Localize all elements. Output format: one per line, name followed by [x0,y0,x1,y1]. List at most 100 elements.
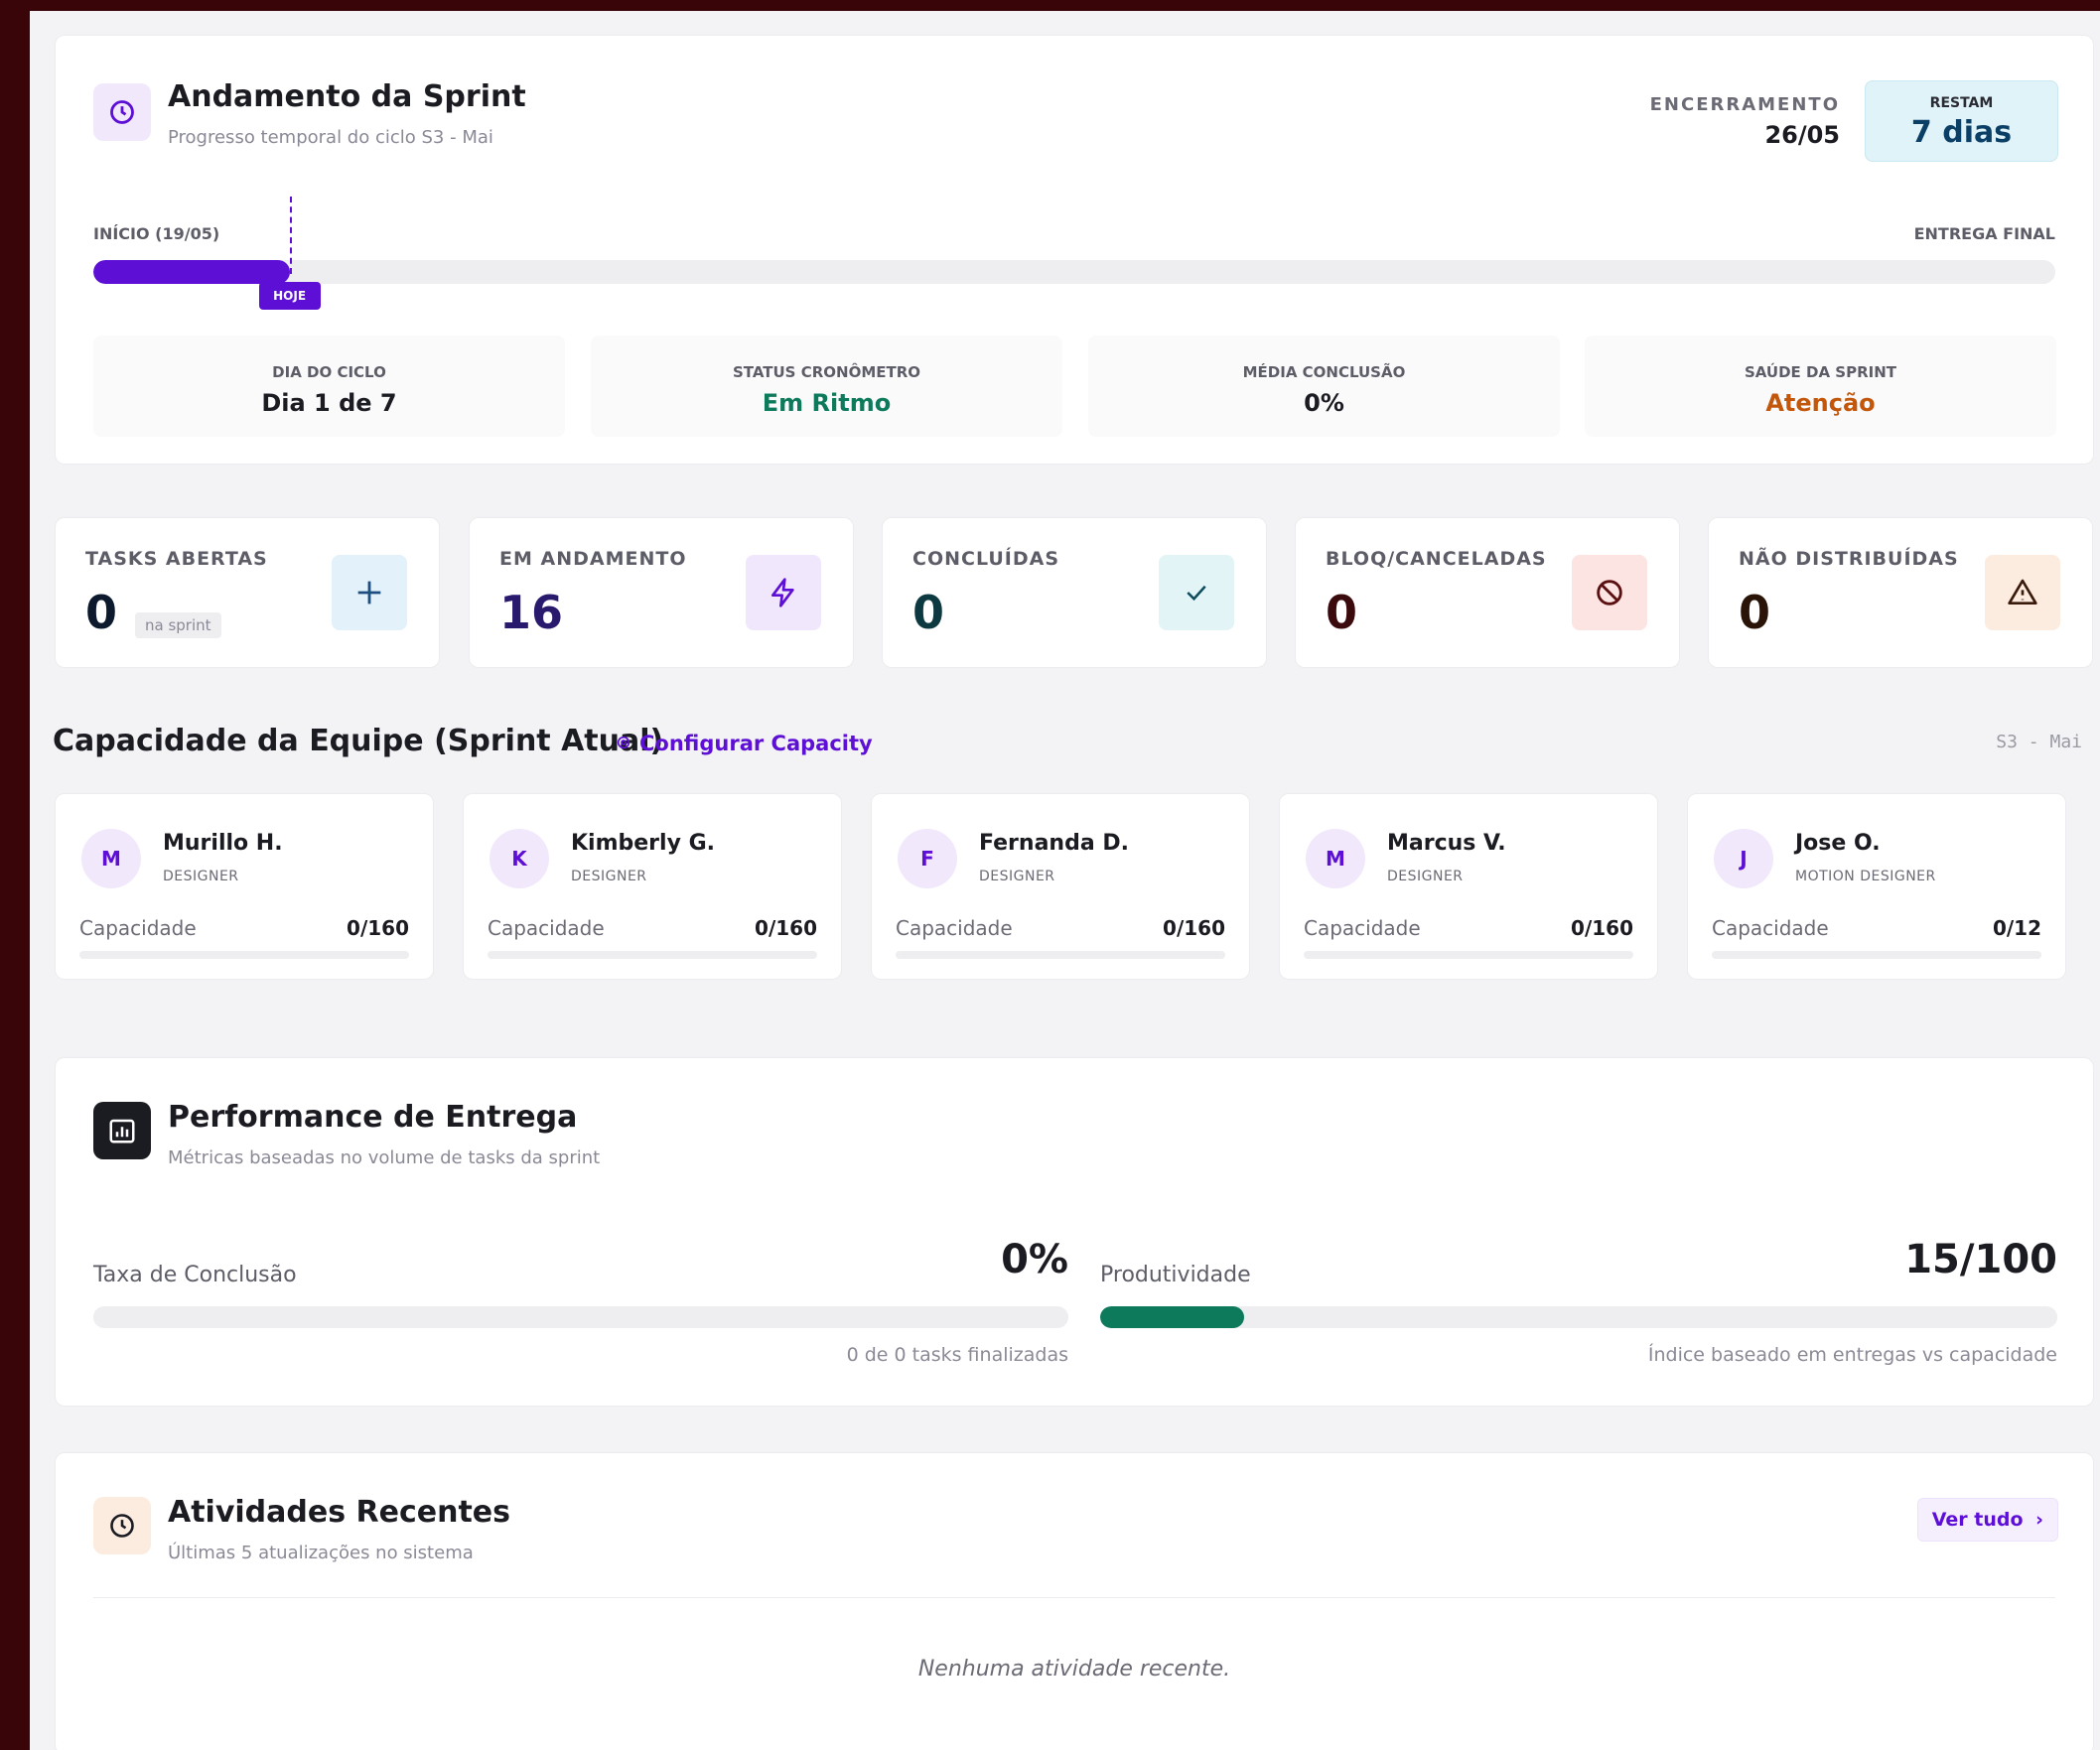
recent-activities-card: Atividades Recentes Últimas 5 atualizaçõ… [55,1452,2094,1750]
member-card[interactable]: K Kimberly G. DESIGNER Capacidade 0/160 [463,793,842,980]
kpi-value: 0 [1739,586,1771,639]
avatar: J [1714,829,1773,888]
productivity-label: Produtividade [1100,1263,1251,1287]
ban-icon [1572,555,1647,630]
member-card[interactable]: F Fernanda D. DESIGNER Capacidade 0/160 [871,793,1250,980]
completion-foot: 0 de 0 tasks finalizadas [846,1344,1068,1366]
bar-chart-icon [93,1102,151,1159]
performance-card: Performance de Entrega Métricas baseadas… [55,1057,2094,1407]
stat-value: Em Ritmo [762,389,892,417]
kpi-value: 16 [499,586,564,639]
timeline-start-label: INÍCIO (19/05) [93,224,220,243]
stat-value: Atenção [1765,389,1876,417]
member-name: Kimberly G. [571,831,715,856]
stat-avg-completion: MÉDIA CONCLUSÃO 0% [1088,336,1560,437]
stat-label: DIA DO CICLO [272,363,386,381]
capacity-bar [896,951,1225,959]
capacity-label: Capacidade [488,916,605,940]
capacity-label: Capacidade [1712,916,1829,940]
kpi-value: 0 [1326,586,1358,639]
kpi-label: EM ANDAMENTO [499,548,687,570]
kpi-blocked-cancelled[interactable]: BLOQ/CANCELADAS 0 [1295,517,1680,668]
clock-icon [93,83,151,141]
configure-capacity-link[interactable]: Configurar Capacity [616,732,873,755]
capacity-value: 0/160 [755,916,817,940]
activities-subtitle: Últimas 5 atualizações no sistema [168,1543,474,1563]
divider [93,1597,2055,1598]
avatar: M [81,829,141,888]
productivity-value: 15/100 [1904,1237,2057,1282]
capacity-value: 0/160 [347,916,409,940]
avatar: M [1306,829,1365,888]
kpi-pill: na sprint [135,612,221,638]
member-card[interactable]: J Jose O. MOTION DESIGNER Capacidade 0/1… [1687,793,2066,980]
kpi-undistributed[interactable]: NÃO DISTRIBUÍDAS 0 [1708,517,2093,668]
kpi-completed[interactable]: CONCLUÍDAS 0 [882,517,1267,668]
activities-title: Atividades Recentes [168,1495,510,1530]
avatar: F [898,829,957,888]
kpi-label: NÃO DISTRIBUÍDAS [1739,548,1959,570]
capacity-bar [488,951,817,959]
member-name: Jose O. [1795,831,1881,856]
today-marker-tag: HOJE [258,282,321,310]
capacity-label: Capacidade [896,916,1013,940]
member-card[interactable]: M Murillo H. DESIGNER Capacidade 0/160 [55,793,434,980]
kpi-open-tasks[interactable]: TASKS ABERTAS 0 na sprint [55,517,440,668]
stat-sprint-health: SAÚDE DA SPRINT Atenção [1585,336,2056,437]
performance-subtitle: Métricas baseadas no volume de tasks da … [168,1147,601,1168]
stat-cycle-day: DIA DO CICLO Dia 1 de 7 [93,336,565,437]
view-all-button[interactable]: Ver tudo › [1916,1498,2058,1542]
sprint-timeline-track [93,260,2055,284]
member-role: DESIGNER [571,869,647,884]
stat-label: SAÚDE DA SPRINT [1744,363,1897,381]
empty-state: Nenhuma atividade recente. [917,1657,1231,1682]
kpi-value: 0 [85,586,118,639]
configure-capacity-label: Configurar Capacity [639,732,873,755]
member-role: DESIGNER [979,869,1055,884]
capacity-value: 0/12 [1992,916,2041,940]
stat-value: Dia 1 de 7 [261,389,397,417]
productivity-foot: Índice baseado em entregas vs capacidade [1647,1344,2057,1366]
stat-value: 0% [1304,389,1344,417]
member-name: Murillo H. [163,831,283,856]
sprint-timeline-fill [93,260,290,284]
completion-label: Taxa de Conclusão [93,1263,297,1287]
stat-label: MÉDIA CONCLUSÃO [1242,363,1406,381]
completion-value: 0% [1001,1237,1068,1282]
lightning-icon [746,555,821,630]
end-date: 26/05 [1764,121,1840,149]
capacity-bar [79,951,409,959]
capacity-bar [1304,951,1633,959]
remaining-badge: RESTAM 7 dias [1865,80,2058,162]
clock-icon [93,1497,151,1554]
plus-icon [332,555,407,630]
member-role: MOTION DESIGNER [1795,869,1936,884]
dashboard-frame: Andamento da Sprint Progresso temporal d… [30,11,2100,1750]
stat-label: STATUS CRONÔMETRO [732,363,921,381]
end-label: ENCERRAMENTO [1649,94,1840,115]
sprint-end: ENCERRAMENTO 26/05 [1650,94,1840,149]
stat-timer-status: STATUS CRONÔMETRO Em Ritmo [591,336,1062,437]
sprint-title: Andamento da Sprint [168,79,526,114]
member-role: DESIGNER [1387,869,1464,884]
chevron-right-icon: › [2035,1509,2043,1531]
capacity-label: Capacidade [1304,916,1421,940]
member-role: DESIGNER [163,869,239,884]
kpi-value: 0 [912,586,945,639]
timeline-final-label: ENTREGA FINAL [1913,224,2055,243]
kpi-label: TASKS ABERTAS [85,548,268,570]
settings-icon [616,732,631,755]
capacity-label: Capacidade [79,916,197,940]
productivity-track [1100,1306,2057,1328]
kpi-label: CONCLUÍDAS [912,548,1060,570]
member-card[interactable]: M Marcus V. DESIGNER Capacidade 0/160 [1279,793,1658,980]
capacity-value: 0/160 [1571,916,1633,940]
completion-track [93,1306,1068,1328]
today-marker-line [289,197,292,274]
sprint-progress-card: Andamento da Sprint Progresso temporal d… [55,35,2094,465]
kpi-label: BLOQ/CANCELADAS [1326,548,1547,570]
member-name: Fernanda D. [979,831,1129,856]
warning-icon [1985,555,2060,630]
remaining-value: 7 dias [1910,115,2013,150]
kpi-in-progress[interactable]: EM ANDAMENTO 16 [469,517,854,668]
